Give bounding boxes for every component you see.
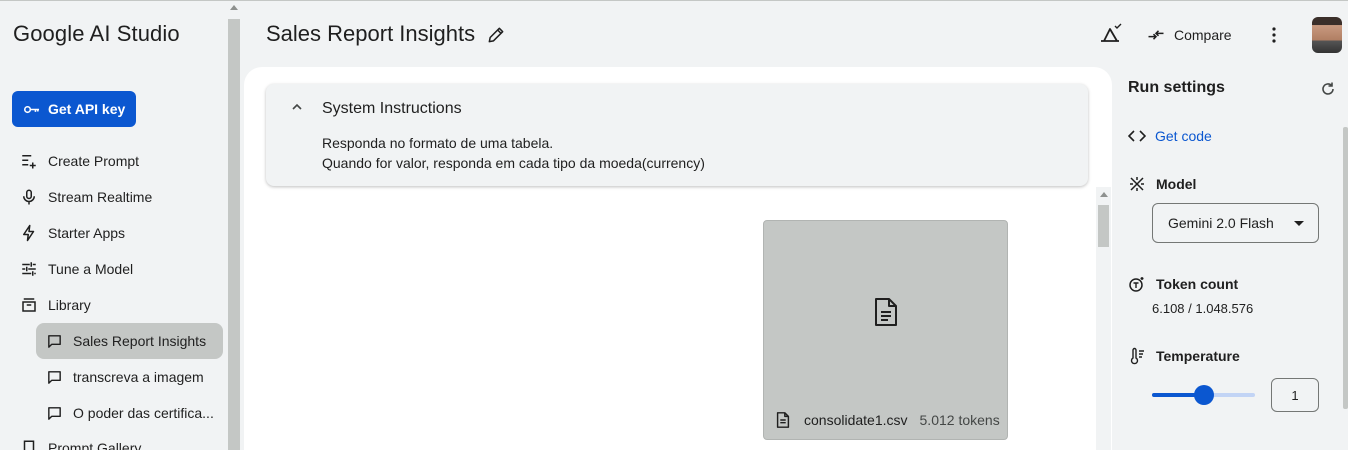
gallery-icon	[23, 440, 35, 450]
sidebar-item-create-prompt[interactable]: Create Prompt	[20, 147, 139, 175]
sidebar-item-library[interactable]: Library	[20, 291, 91, 319]
scroll-up-arrow-icon[interactable]	[1100, 192, 1108, 197]
sidebar-item-starter-apps[interactable]: Starter Apps	[20, 219, 125, 247]
get-api-key-button[interactable]: Get API key	[12, 91, 136, 127]
document-icon	[776, 412, 790, 428]
model-label: Model	[1128, 175, 1196, 193]
reset-icon[interactable]	[1320, 81, 1336, 97]
file-attachment-card[interactable]: consolidate1.csv 5.012 tokens	[763, 220, 1008, 440]
tune-icon	[22, 262, 36, 276]
microphone-icon	[23, 189, 35, 205]
model-label-text: Model	[1156, 176, 1197, 192]
temperature-label-text: Temperature	[1156, 348, 1240, 364]
prompt-title: Sales Report Insights	[266, 21, 476, 46]
temperature-slider[interactable]	[1152, 385, 1255, 405]
sidebar-item-label: Starter Apps	[48, 225, 126, 241]
token-count-label-text: Token count	[1156, 276, 1239, 292]
code-icon	[1128, 130, 1146, 142]
get-code-label: Get code	[1155, 128, 1212, 144]
sidebar-item-stream-realtime[interactable]: Stream Realtime	[20, 183, 152, 211]
system-instructions-card[interactable]: System Instructions Responda no formato …	[266, 84, 1088, 186]
create-prompt-icon	[22, 155, 36, 169]
compare-label: Compare	[1174, 27, 1232, 43]
library-icon	[22, 298, 36, 312]
library-item-label: Sales Report Insights	[73, 333, 207, 349]
system-instructions-heading: System Instructions	[322, 100, 462, 117]
library-item-sales-report-insights[interactable]: Sales Report Insights	[36, 323, 223, 359]
token-count-value: 6.108 / 1.048.576	[1152, 301, 1254, 316]
avatar[interactable]	[1312, 17, 1342, 53]
canvas-scrollbar[interactable]	[1096, 187, 1111, 450]
get-code-link[interactable]: Get code	[1128, 127, 1212, 145]
scroll-up-arrow-icon[interactable]	[230, 5, 238, 10]
pencil-icon[interactable]	[486, 25, 506, 45]
system-instructions-line-2[interactable]: Quando for valor, responda em cada tipo …	[322, 155, 705, 171]
sidebar-item-label: Library	[48, 297, 91, 313]
model-select[interactable]: Gemini 2.0 Flash	[1152, 203, 1319, 243]
sidebar-item-prompt-gallery[interactable]: Prompt Gallery	[20, 434, 141, 450]
panel-scrollbar[interactable]	[1343, 127, 1348, 409]
model-icon	[1130, 177, 1144, 191]
run-settings-title: Run settings	[1128, 79, 1225, 96]
chevron-up-icon[interactable]	[290, 100, 304, 114]
brand-title[interactable]: Google AI Studio	[13, 21, 180, 47]
chat-icon	[48, 370, 61, 384]
sidebar-item-label: Tune a Model	[48, 261, 134, 277]
sidebar-item-label: Prompt Gallery	[48, 440, 142, 450]
more-vert-icon[interactable]	[1264, 25, 1284, 45]
library-item-transcreva-a-imagem[interactable]: transcreva a imagem	[36, 359, 223, 395]
key-icon	[23, 105, 40, 113]
caret-down-icon	[1294, 221, 1304, 226]
library-item-label: O poder das certifica...	[73, 405, 214, 421]
document-icon	[875, 298, 897, 326]
compare-button[interactable]: Compare	[1146, 23, 1232, 47]
file-name: consolidate1.csv	[804, 412, 908, 428]
thermometer-icon	[1130, 347, 1144, 365]
system-instructions-line-1[interactable]: Responda no formato de uma tabela.	[322, 135, 553, 151]
sidebar-item-tune-a-model[interactable]: Tune a Model	[20, 255, 133, 283]
chat-icon	[48, 406, 61, 420]
scrollbar-thumb[interactable]	[228, 19, 240, 450]
file-attachment-footer: consolidate1.csv 5.012 tokens	[774, 411, 1000, 429]
sidebar-item-label: Create Prompt	[48, 153, 140, 169]
left-sidebar: Google AI Studio Get API key Create Prom…	[0, 1, 228, 450]
file-token-count: 5.012 tokens	[919, 412, 1000, 428]
bolt-icon	[23, 224, 35, 242]
temperature-label: Temperature	[1128, 347, 1240, 365]
scrollbar-thumb[interactable]	[1098, 205, 1109, 247]
temperature-slider-knob[interactable]	[1193, 385, 1214, 405]
get-api-key-label: Get API key	[48, 101, 126, 117]
chat-icon	[48, 334, 61, 348]
temperature-input[interactable]: 1	[1271, 378, 1319, 412]
sidebar-scrollbar[interactable]	[228, 1, 240, 450]
sidebar-item-label: Stream Realtime	[48, 189, 153, 205]
token-icon	[1129, 277, 1144, 292]
library-item-label: transcreva a imagem	[73, 369, 204, 385]
library-item-o-poder-das-certificacoes[interactable]: O poder das certifica...	[36, 395, 223, 431]
token-count-label: Token count	[1128, 275, 1238, 293]
model-select-value: Gemini 2.0 Flash	[1168, 215, 1274, 231]
drive-saved-icon[interactable]	[1098, 21, 1124, 47]
compare-arrows-icon	[1148, 30, 1164, 40]
